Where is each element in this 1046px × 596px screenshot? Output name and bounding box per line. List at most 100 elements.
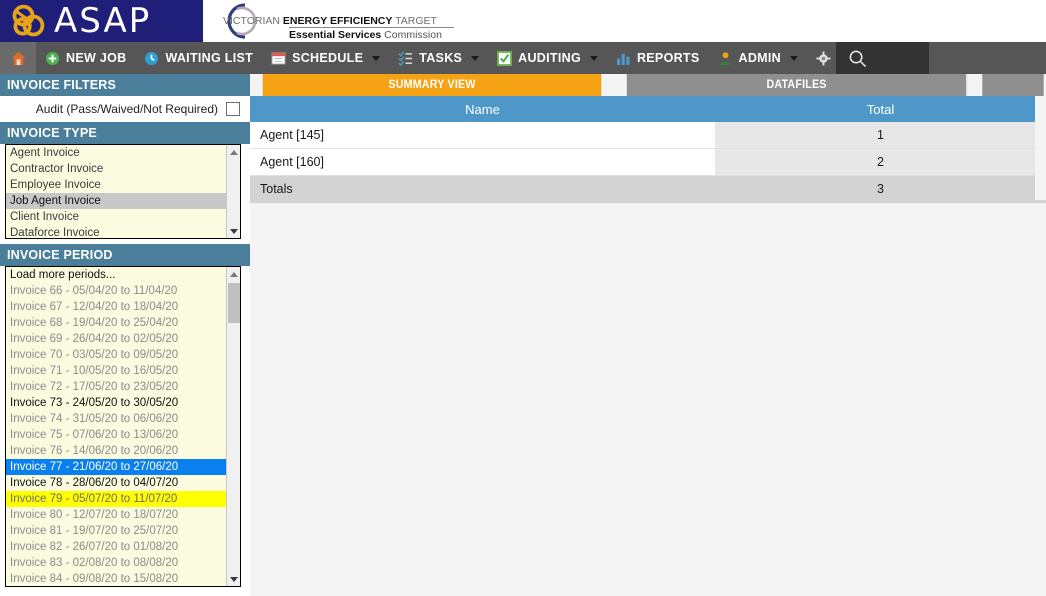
invoice-period-option[interactable]: Invoice 69 - 26/04/20 to 02/05/20 [6,331,226,347]
calendar-icon [271,51,286,65]
invoice-period-option[interactable]: Invoice 77 - 21/06/20 to 27/06/20 [6,459,226,475]
invoice-period-scrollbar[interactable] [226,267,240,586]
nav-item-reports[interactable]: REPORTS [607,42,709,74]
invoice-period-option[interactable]: Invoice 74 - 31/05/20 to 06/06/20 [6,411,226,427]
invoice-type-options: Agent Invoice Contractor Invoice Employee … [6,145,226,238]
table-header-row: Name Total [250,96,1046,122]
invoice-period-option[interactable]: Invoice 66 - 05/04/20 to 11/04/20 [6,283,226,299]
invoice-period-option[interactable]: Invoice 73 - 24/05/20 to 30/05/20 [6,395,226,411]
brand-block: ASAP [0,0,203,42]
veet-target: TARGET [395,15,437,27]
invoice-type-option[interactable]: Contractor Invoice [6,161,226,177]
nav-item-schedule[interactable]: SCHEDULE [262,42,389,74]
column-header-total[interactable]: Total [715,96,1046,122]
invoice-period-option[interactable]: Invoice 78 - 28/06/20 to 04/07/20 [6,475,226,491]
invoice-period-option[interactable]: Invoice 83 - 02/08/20 to 08/08/20 [6,555,226,571]
nav-label-admin: ADMIN [738,50,781,65]
cell-name: Agent [145] [250,122,715,148]
brand-name: ASAP [54,1,152,41]
invoice-period-option[interactable]: Invoice 68 - 19/04/20 to 25/04/20 [6,315,226,331]
nav-item-tasks[interactable]: TASKS [389,42,488,74]
invoice-period-option[interactable]: Invoice 71 - 10/05/20 to 16/05/20 [6,363,226,379]
scrollbar-thumb[interactable] [228,283,240,323]
invoice-period-option[interactable]: Invoice 79 - 05/07/20 to 11/07/20 [6,491,226,507]
invoice-filters-body: Audit (Pass/Waived/Not Required) [0,96,250,122]
invoice-filters-header: INVOICE FILTERS [0,74,250,96]
invoice-period-option[interactable]: Invoice 81 - 19/07/20 to 25/07/20 [6,523,226,539]
cell-name: Totals [250,176,715,202]
invoice-period-option[interactable]: Invoice 72 - 17/05/20 to 23/05/20 [6,379,226,395]
cell-total: 1 [715,122,1046,148]
nav-label-waiting-list: WAITING LIST [165,50,254,65]
task-list-icon [398,50,413,66]
nav-label-new-job: NEW JOB [66,50,127,65]
invoice-type-option[interactable]: Client Invoice [6,209,226,225]
invoice-period-option[interactable]: Invoice 67 - 12/04/20 to 18/04/20 [6,299,226,315]
search-icon [849,50,867,67]
cell-total: 2 [715,149,1046,175]
checkbox-green-icon [497,50,513,66]
app-window: ASAP VICTORIAN ENERGY EFFICIENCY TARGET … [0,0,1046,596]
invoice-period-option[interactable]: Invoice 84 - 09/08/20 to 15/08/20 [6,571,226,586]
grid-vertical-scrollbar[interactable] [1035,96,1046,200]
gear-icon [816,50,831,66]
nav-item-new-job[interactable]: NEW JOB [36,42,135,74]
invoice-period-option[interactable]: Invoice 82 - 26/07/20 to 01/08/20 [6,539,226,555]
veet-energy-efficiency: ENERGY EFFICIENCY [282,15,396,27]
invoice-period-listbox[interactable]: Load more periods... Invoice 66 - 05/04/2… [5,266,241,587]
home-icon [11,51,25,65]
invoice-type-option[interactable]: Dataforce Invoice [6,225,226,238]
invoice-type-option[interactable]: Employee Invoice [6,177,226,193]
search-button[interactable] [836,42,929,74]
audit-checkbox-label: Audit (Pass/Waived/Not Required) [35,102,218,116]
veet-divider [289,27,454,28]
invoice-type-option[interactable]: Job Agent Invoice [6,193,226,209]
invoice-period-option[interactable]: Invoice 76 - 14/06/20 to 20/06/20 [6,443,226,459]
audit-checkbox[interactable] [226,102,240,116]
cell-name: Agent [160] [250,149,715,175]
table-body: Agent [145] 1 Agent [160] 2 Totals 3 [250,122,1046,203]
chevron-down-icon[interactable] [589,55,598,61]
asap-knot-icon [12,4,45,37]
nav-label-schedule: SCHEDULE [292,50,364,65]
chevron-down-icon[interactable] [471,55,480,61]
nav-item-admin[interactable]: ADMIN [709,42,807,74]
plus-circle-icon [45,51,60,65]
scroll-down-icon[interactable] [227,572,240,586]
tab-summary-view[interactable]: SUMMARY VIEW [262,74,602,96]
nav-item-auditing[interactable]: AUDITING [488,42,607,74]
invoice-period-option[interactable]: Invoice 70 - 03/05/20 to 09/05/20 [6,347,226,363]
tab-datafiles[interactable]: DATAFILES [626,74,968,96]
invoice-period-option[interactable]: Load more periods... [6,267,226,283]
cell-total: 3 [715,176,1046,202]
veet-line-1: VICTORIAN ENERGY EFFICIENCY TARGET [223,15,437,27]
bar-chart-icon [616,53,630,65]
invoice-type-listbox[interactable]: Agent Invoice Contractor Invoice Employee … [5,144,241,239]
nav-label-tasks: TASKS [419,50,463,65]
veet-line-2: Essential Services Commission [289,29,442,41]
table-totals-row[interactable]: Totals 3 [250,176,1046,203]
tab-overflow[interactable] [982,74,1044,96]
user-icon [719,51,731,65]
column-header-name[interactable]: Name [250,96,715,122]
invoice-period-options: Load more periods... Invoice 66 - 05/04/2… [6,267,226,586]
invoice-period-option[interactable]: Invoice 80 - 12/07/20 to 18/07/20 [6,507,226,523]
invoice-type-scrollbar[interactable] [226,145,240,238]
tab-label-datafiles: DATAFILES [766,79,827,91]
nav-item-waiting-list[interactable]: WAITING LIST [135,42,262,74]
scroll-up-icon[interactable] [227,267,240,281]
veet-victorian: VICTORIAN [223,15,283,27]
invoice-type-header: INVOICE TYPE [0,122,250,144]
invoice-type-option[interactable]: Agent Invoice [6,145,226,161]
scroll-down-icon[interactable] [227,224,240,238]
table-row[interactable]: Agent [145] 1 [250,122,1046,149]
scroll-up-icon[interactable] [227,145,240,159]
home-button[interactable] [0,42,36,74]
chevron-down-icon[interactable] [789,55,798,61]
invoice-period-option[interactable]: Invoice 75 - 07/06/20 to 13/06/20 [6,427,226,443]
veet-essential-services: Essential Services [289,29,385,41]
invoice-period-header: INVOICE PERIOD [0,244,250,266]
chevron-down-icon[interactable] [372,55,381,61]
view-tabs: SUMMARY VIEW DATAFILES [250,74,1046,96]
table-row[interactable]: Agent [160] 2 [250,149,1046,176]
